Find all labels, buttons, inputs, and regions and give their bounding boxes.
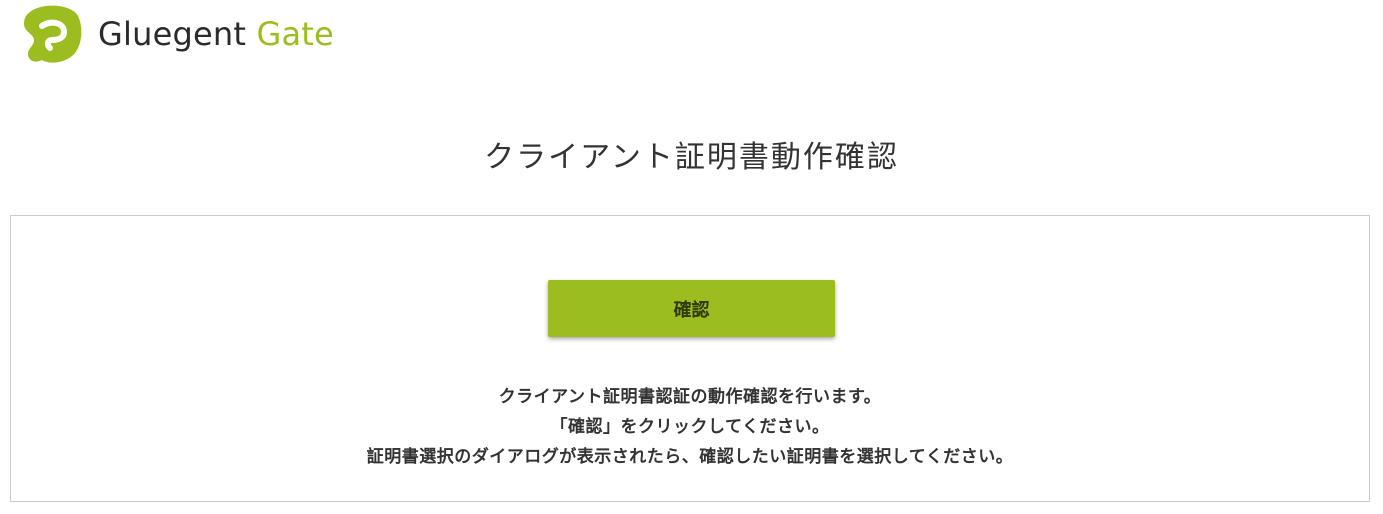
instruction-line-1: クライアント証明書認証の動作確認を行います。 xyxy=(498,387,882,407)
header: Gluegent Gate xyxy=(20,4,334,64)
gluegent-logo-icon xyxy=(24,5,82,63)
instruction-message: クライアント証明書認証の動作確認を行います。 「確認」をクリックしてください。 … xyxy=(11,382,1369,472)
brand-name: Gluegent Gate xyxy=(98,18,334,50)
content-panel: 確認 クライアント証明書認証の動作確認を行います。 「確認」をクリックしてくださ… xyxy=(10,215,1370,502)
confirm-button[interactable]: 確認 xyxy=(548,280,835,337)
page-title: クライアント証明書動作確認 xyxy=(484,140,899,175)
instruction-line-3: 証明書選択のダイアログが表示されたら、確認したい証明書を選択してください。 xyxy=(366,447,1014,467)
brand-word-gluegent: Gluegent xyxy=(98,15,247,53)
brand-word-gate: Gate xyxy=(256,15,334,53)
instruction-line-2: 「確認」をクリックしてください。 xyxy=(550,417,830,437)
